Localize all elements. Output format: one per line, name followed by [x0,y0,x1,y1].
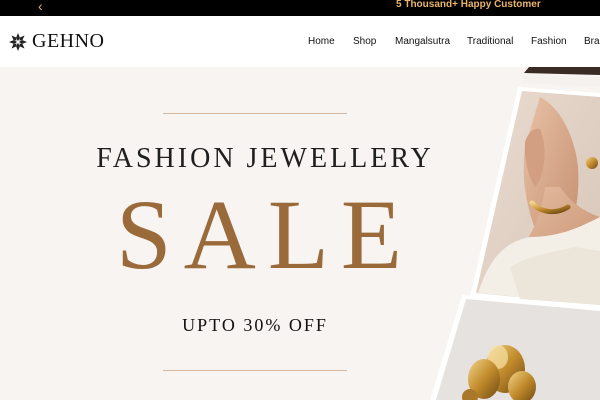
brand-logo[interactable]: GEHNO [8,30,105,53]
announcement-bar: ‹ 5 Thousand+ Happy Customer [0,0,600,16]
photo-model-necklace [470,87,600,309]
nav-traditional[interactable]: Traditional [467,36,513,47]
nav-fashion[interactable]: Fashion [531,36,567,47]
site-header: GEHNO Home Shop Mangalsutra Traditional … [0,16,600,67]
nav-mangalsutra[interactable]: Mangalsutra [395,36,450,47]
nav-home[interactable]: Home [308,36,335,47]
chevron-left-icon[interactable]: ‹ [38,0,43,14]
flower-logo-icon [9,32,27,51]
nav-brands[interactable]: Bra [584,36,600,47]
announcement-text: 5 Thousand+ Happy Customer [396,0,541,10]
hero-banner[interactable]: FASHION JEWELLERY SALE UPTO 30% OFF [0,67,600,400]
nav-shop[interactable]: Shop [353,36,376,47]
model-photo-collage [430,67,600,400]
photo-gold-jewellery [430,295,600,400]
brand-name: GEHNO [32,30,105,52]
photo-top [522,67,600,87]
